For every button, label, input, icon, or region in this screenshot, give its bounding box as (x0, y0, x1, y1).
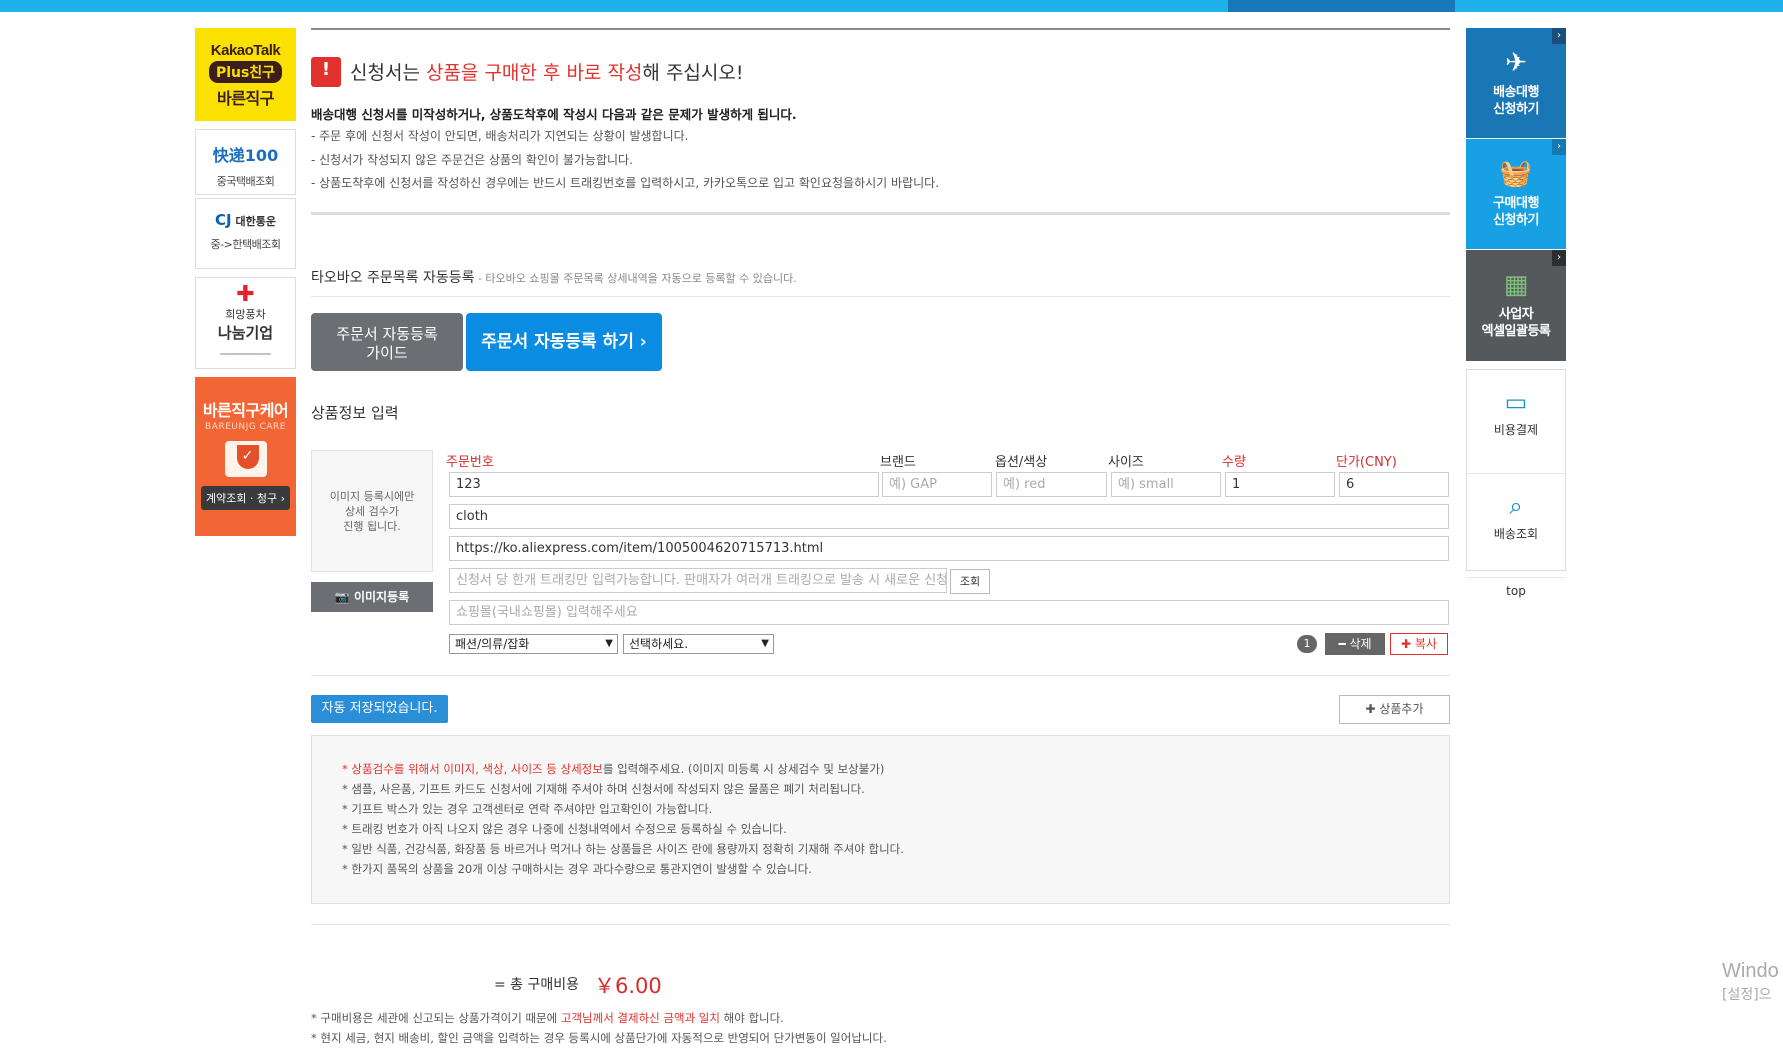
search-icon: ⌕ (1509, 492, 1523, 520)
warning-line: - 신청서가 작성되지 않은 주문건은 상품의 확인이 불가능합니다. (311, 153, 633, 167)
domestic-mall-input[interactable]: 쇼핑몰(국내쇼핑몰) 입력해주세요 (449, 600, 1449, 625)
total-cost-label: = 총 구매비용 (494, 977, 580, 993)
china-tracking-banner[interactable]: 快递100 중국택배조회 (195, 129, 296, 195)
guide-line: * 트래킹 번호가 아직 나오지 않은 경우 나중에 신청내역에서 수정으로 등… (342, 822, 787, 836)
card-icon: ▭ (1504, 388, 1528, 416)
auto-saved-button[interactable]: 자동 저장되었습니다. (311, 695, 448, 723)
china-tracking-label: 중국택배조회 (216, 175, 275, 188)
chevron-down-icon: ▼ (605, 638, 613, 649)
guide-line: * 일반 식품, 건강식품, 화장품 등 바르거나 먹거나 하는 상품들은 사이… (342, 842, 904, 856)
image-placeholder[interactable]: 이미지 등록시에만 상세 검수가 진행 됩니다. (311, 450, 433, 572)
option-header: 옵션/색상 (995, 455, 1048, 470)
product-url-input[interactable]: https://ko.aliexpress.com/item/100500462… (449, 536, 1449, 561)
card-shield-icon: ✓ (224, 441, 267, 477)
brand-input[interactable]: 예) GAP (882, 472, 992, 497)
hope-banner-line1: 희망풍차 (225, 308, 266, 321)
care-claim-button[interactable]: 계약조회 · 청구 › (201, 486, 290, 510)
payment-button[interactable]: ▭ 비용결제 (1467, 386, 1565, 474)
cj-tracking-label: 중->한택배조회 (210, 238, 281, 251)
unit-price-header: 단가(CNY) (1336, 455, 1397, 470)
quantity-input[interactable]: 1 (1225, 472, 1335, 497)
quantity-header: 수량 (1222, 455, 1246, 470)
tracking-search-button[interactable]: 조회 (950, 569, 990, 594)
business-excel-upload-button[interactable]: › ▦ 사업자 엑셀일괄등록 (1466, 250, 1566, 361)
order-number-input[interactable]: 123 (449, 472, 879, 497)
hope-banner-fineprint: ━━━━━━━━━━━━━━ (220, 351, 271, 358)
shipping-agent-apply-button[interactable]: › ✈ 배송대행 신청하기 (1466, 28, 1566, 138)
airplane-icon: ✈ (1505, 48, 1527, 78)
kakao-banner-line3: 바른직구 (217, 89, 274, 108)
add-product-button[interactable]: ✚ 상품추가 (1339, 695, 1450, 724)
top-bar-accent (1228, 0, 1455, 12)
section-divider (311, 212, 1450, 215)
care-title: 바른직구케어 (202, 401, 289, 420)
warning-line: - 상품도착후에 신청서를 작성하신 경우에는 반드시 트래킹번호를 입력하시고… (311, 176, 940, 190)
product-name-input[interactable]: cloth (449, 504, 1449, 529)
guide-line: * 상품검수를 위해서 이미지, 색상, 사이즈 등 상세정보를 입력해주세요.… (342, 762, 885, 776)
warning-icon: ! (311, 57, 341, 87)
excel-icon: ▦ (1503, 270, 1529, 300)
size-input[interactable]: 예) small (1111, 472, 1221, 497)
unit-price-input[interactable]: 6 (1339, 472, 1449, 497)
taobao-section-title: 타오바오 주문목록 자동등록 - 타오바오 쇼핑몰 주문목록 상세내역을 자동으… (311, 270, 797, 286)
kakao-banner-line1: KakaoTalk (210, 42, 281, 59)
kakao-plus-banner[interactable]: KakaoTalk Plus친구 바른직구 (195, 28, 296, 121)
category-select[interactable]: 패션/의류/잡화 ▼ (449, 634, 618, 654)
windows-activation-watermark-sub: [설정]으 (1722, 987, 1772, 1003)
size-header: 사이즈 (1108, 455, 1144, 470)
chevron-right-icon: › (1552, 250, 1566, 266)
footer-note: * 구매비용은 세관에 신고되는 상품가격이기 때문에 고객님께서 결제하신 금… (311, 1011, 784, 1025)
basket-icon: 🧺 (1499, 159, 1533, 189)
top-bar (0, 0, 1783, 12)
warning-bold-text: 배송대행 신청서를 미작성하거나, 상품도착후에 작성시 다음과 같은 문제가 … (311, 107, 797, 122)
red-cross-icon: ✚ (236, 282, 255, 307)
guide-notice-box: * 상품검수를 위해서 이미지, 색상, 사이즈 등 상세정보를 입력해주세요.… (311, 735, 1450, 904)
hope-banner-line2: 나눔기업 (217, 324, 274, 342)
cj-tracking-banner[interactable]: CJ 대한통운 중->한택배조회 (195, 198, 296, 269)
footer-note: * 현지 세금, 현지 배송비, 할인 금액을 입력하는 경우 등록시에 상품단… (311, 1031, 887, 1045)
section-divider (311, 675, 1450, 676)
guide-line: * 기프트 박스가 있는 경우 고객센터로 연락 주셔야만 입고확인이 가능합니… (342, 802, 713, 816)
product-index-badge: 1 (1297, 635, 1317, 653)
top-divider (311, 28, 1450, 30)
option-input[interactable]: 예) red (996, 472, 1107, 497)
guide-line: * 한가지 품목의 상품을 20개 이상 구매하시는 경우 과다수량으로 통관지… (342, 862, 812, 876)
auto-register-guide-button[interactable]: 주문서 자동등록 가이드 (311, 313, 463, 371)
care-banner[interactable]: 바른직구케어 BAREUNJG CARE ✓ 계약조회 · 청구 › (195, 377, 296, 536)
chevron-right-icon: › (1552, 139, 1566, 155)
tracking-input[interactable]: 신청서 당 한개 트래킹만 입력가능합니다. 판매자가 여러개 트래킹으로 발송… (449, 568, 947, 593)
delivery-tracking-button[interactable]: ⌕ 배송조회 (1467, 490, 1565, 578)
right-quick-menu: ▭ 비용결제 ⌕ 배송조회 top (1466, 369, 1566, 598)
care-subtitle: BAREUNJG CARE (205, 422, 286, 432)
copy-product-button[interactable]: ✚ 복사 (1390, 633, 1448, 655)
warning-title: 신청서는 상품을 구매한 후 바로 작성해 주십시오! (350, 62, 744, 84)
purchase-agent-apply-button[interactable]: › 🧺 구매대행 신청하기 (1466, 139, 1566, 249)
cj-logo: CJ 대한통운 (215, 211, 276, 229)
total-cost-value: ￥6.00 (594, 974, 662, 998)
section-divider (311, 296, 1450, 297)
auto-register-button[interactable]: 주문서 자동등록 하기 › (466, 313, 662, 371)
image-upload-button[interactable]: 📷 이미지등록 (311, 582, 433, 612)
scroll-top-button[interactable]: top (1467, 578, 1565, 605)
hope-windmill-banner[interactable]: ✚ 희망풍차 나눔기업 ━━━━━━━━━━━━━━ (195, 277, 296, 369)
delete-product-button[interactable]: ━ 삭제 (1325, 633, 1385, 655)
order-number-header: 주문번호 (446, 455, 494, 470)
kuaidi100-logo: 快递100 (212, 146, 279, 165)
warning-line: - 주문 후에 신청서 작성이 안되면, 배송처리가 지연되는 상황이 발생합니… (311, 129, 689, 143)
subcategory-select[interactable]: 선택하세요. ▼ (623, 634, 774, 654)
brand-header: 브랜드 (880, 455, 916, 470)
guide-line: * 샘플, 사은품, 기프트 카드도 신청서에 기재해 주셔야 하며 신청서에 … (342, 782, 865, 796)
windows-activation-watermark: Windo (1722, 960, 1779, 982)
product-section-title: 상품정보 입력 (311, 404, 399, 422)
chevron-right-icon: › (1552, 28, 1566, 44)
kakao-banner-line2: Plus친구 (208, 61, 283, 83)
section-divider (311, 924, 1450, 925)
camera-icon: 📷 (334, 590, 354, 604)
chevron-down-icon: ▼ (761, 638, 769, 649)
